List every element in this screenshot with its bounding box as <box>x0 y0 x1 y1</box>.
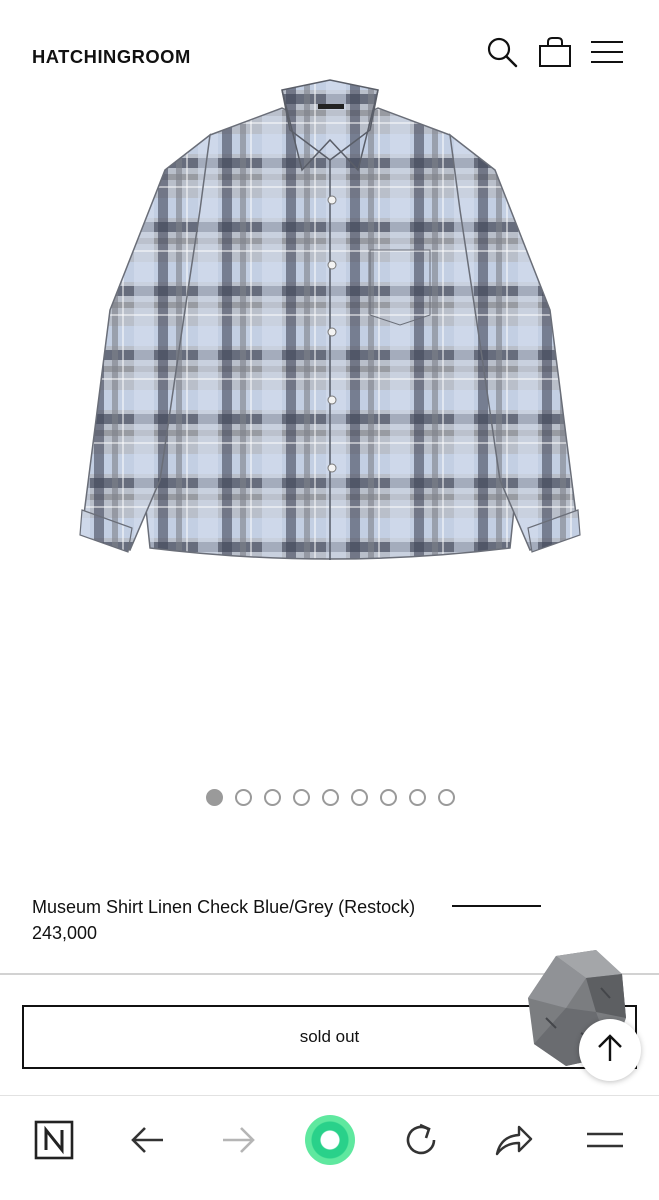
naver-n-icon[interactable] <box>31 1117 77 1163</box>
arrow-up-icon <box>596 1033 624 1068</box>
brand-logo[interactable]: HATCHINGROOM <box>32 47 191 68</box>
carousel-dot[interactable] <box>380 789 397 806</box>
carousel-dot[interactable] <box>235 789 252 806</box>
shopping-bag-icon[interactable] <box>535 32 575 72</box>
carousel-dot[interactable] <box>409 789 426 806</box>
title-divider-line <box>452 905 541 907</box>
menu-icon[interactable] <box>582 1117 628 1163</box>
carousel-dot[interactable] <box>438 789 455 806</box>
carousel-dot[interactable] <box>351 789 368 806</box>
sold-out-label: sold out <box>299 1027 360 1046</box>
scroll-to-top-button[interactable] <box>579 1019 641 1081</box>
back-arrow-icon[interactable] <box>124 1117 170 1163</box>
carousel-dot[interactable] <box>293 789 310 806</box>
product-image[interactable] <box>70 70 590 575</box>
carousel-dot[interactable] <box>264 789 281 806</box>
home-circle-icon[interactable] <box>305 1115 355 1165</box>
search-icon[interactable] <box>482 32 522 72</box>
reload-icon[interactable] <box>398 1117 444 1163</box>
carousel-indicator <box>206 789 455 807</box>
share-icon[interactable] <box>490 1117 536 1163</box>
carousel-dot[interactable] <box>322 789 339 806</box>
product-title: Museum Shirt Linen Check Blue/Grey (Rest… <box>32 897 416 917</box>
forward-arrow-icon[interactable] <box>216 1117 262 1163</box>
product-price: 243,000 <box>32 923 98 943</box>
hamburger-menu-icon[interactable] <box>587 32 627 72</box>
carousel-dot[interactable] <box>206 789 223 806</box>
